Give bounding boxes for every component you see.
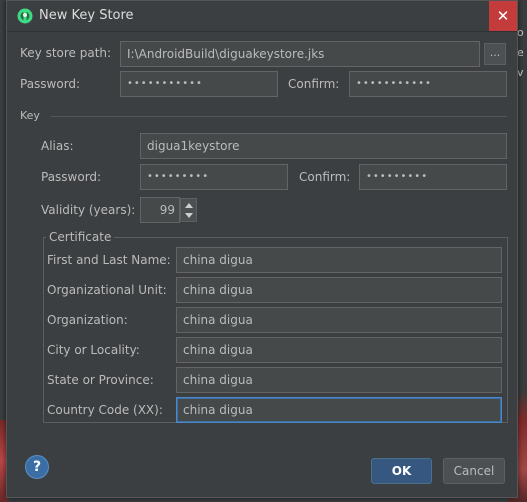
cancel-button[interactable]: Cancel xyxy=(443,458,505,484)
store-password-label: Password: xyxy=(20,77,81,91)
certificate-legend: Certificate xyxy=(46,230,115,244)
background-text: o xyxy=(517,26,524,39)
organization-field[interactable]: china digua xyxy=(176,307,502,333)
browse-button[interactable]: ... xyxy=(484,43,506,65)
store-confirm-label: Confirm: xyxy=(288,77,340,91)
validity-label: Validity (years): xyxy=(41,203,136,217)
validity-spinner-arrows[interactable] xyxy=(180,198,197,222)
close-button[interactable]: ✕ xyxy=(489,1,517,31)
organizational-unit-field[interactable]: china digua xyxy=(176,277,502,303)
background-text: e xyxy=(517,46,524,59)
store-confirm-field[interactable]: ••••••••••• xyxy=(349,71,507,97)
organization-label: Organization: xyxy=(47,313,128,327)
dialog-title: New Key Store xyxy=(39,8,134,23)
key-section-divider xyxy=(51,116,507,117)
organizational-unit-label: Organizational Unit: xyxy=(47,283,167,297)
alias-label: Alias: xyxy=(41,139,74,153)
help-button[interactable]: ? xyxy=(25,455,49,479)
ok-button[interactable]: OK xyxy=(371,458,432,484)
alias-field[interactable]: digua1keystore xyxy=(140,133,507,159)
key-store-path-label: Key store path: xyxy=(20,46,112,60)
key-store-path-field[interactable]: I:\AndroidBuild\diguakeystore.jks xyxy=(120,41,480,67)
help-icon: ? xyxy=(32,459,42,475)
city-locality-field[interactable]: china digua xyxy=(176,337,502,363)
country-code-field[interactable]: china digua xyxy=(176,397,502,423)
validity-spinner-field[interactable]: 99 xyxy=(140,197,180,223)
store-password-field[interactable]: ••••••••••• xyxy=(120,71,278,97)
state-province-field[interactable]: china digua xyxy=(176,367,502,393)
key-password-label: Password: xyxy=(41,170,102,184)
first-last-name-label: First and Last Name: xyxy=(47,253,171,267)
spinner-down-icon[interactable] xyxy=(184,212,194,219)
city-locality-label: City or Locality: xyxy=(47,343,140,357)
android-studio-icon xyxy=(17,8,33,24)
new-key-store-dialog: New Key Store ✕ Key store path: I:\Andro… xyxy=(6,0,518,498)
key-confirm-label: Confirm: xyxy=(299,170,351,184)
spinner-up-icon[interactable] xyxy=(184,202,194,209)
state-province-label: State or Province: xyxy=(47,373,154,387)
close-icon: ✕ xyxy=(496,7,510,25)
key-password-field[interactable]: ••••••••• xyxy=(140,164,288,190)
key-confirm-field[interactable]: ••••••••• xyxy=(359,164,507,190)
title-bar[interactable]: New Key Store ✕ xyxy=(7,1,517,32)
country-code-label: Country Code (XX): xyxy=(47,403,163,417)
first-last-name-field[interactable]: china digua xyxy=(176,247,502,273)
key-section-label: Key xyxy=(20,109,40,122)
